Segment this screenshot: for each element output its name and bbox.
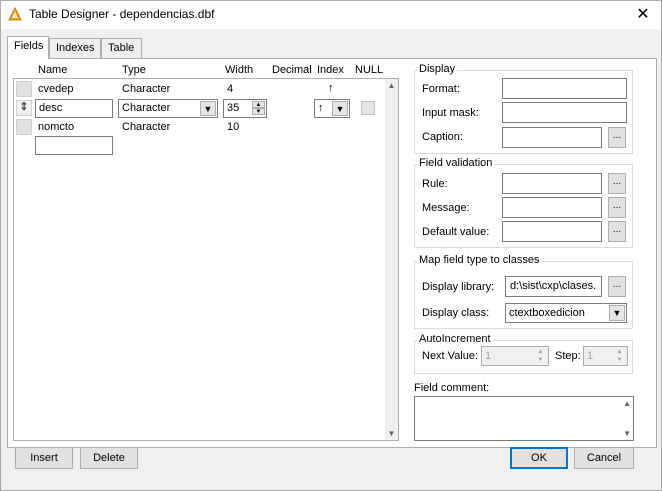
delete-button[interactable]: Delete bbox=[80, 447, 138, 469]
index-arrow-icon: ↑ bbox=[318, 102, 324, 114]
format-label: Format: bbox=[422, 83, 460, 95]
default-value-label: Default value: bbox=[422, 226, 490, 238]
field-type-cell[interactable]: Character bbox=[122, 83, 170, 95]
display-class-select[interactable]: ctextboxedicion ▼ bbox=[505, 303, 627, 323]
field-width-cell[interactable]: 10 bbox=[227, 121, 239, 133]
next-value-label: Next Value: bbox=[422, 350, 479, 362]
autoincrement-title: AutoIncrement bbox=[417, 333, 493, 345]
index-select[interactable]: ↑ ▼ bbox=[314, 99, 350, 118]
field-type-value: Character bbox=[122, 102, 171, 114]
header-index: Index bbox=[317, 64, 344, 76]
row-selector[interactable] bbox=[16, 81, 32, 97]
tab-fields-label: Fields bbox=[14, 40, 44, 52]
field-name-input[interactable]: desc bbox=[35, 99, 113, 118]
field-name-cell[interactable]: cvedep bbox=[38, 83, 73, 95]
window-title: Table Designer - dependencias.dbf bbox=[29, 7, 215, 21]
step-label: Step: bbox=[555, 350, 581, 362]
format-input[interactable] bbox=[502, 78, 627, 99]
message-label: Message: bbox=[422, 202, 470, 214]
display-class-value: ctextboxedicion bbox=[509, 307, 585, 319]
next-value-spinner: 1 ▲ ▼ bbox=[481, 346, 549, 366]
tab-table[interactable]: Table bbox=[101, 38, 142, 58]
spin-down-icon: ▼ bbox=[537, 357, 544, 363]
step-value: 1 bbox=[587, 350, 594, 362]
chevron-down-icon[interactable]: ▼ bbox=[332, 101, 348, 116]
null-checkbox[interactable] bbox=[361, 101, 375, 115]
display-library-ellipsis-button[interactable]: ... bbox=[608, 276, 626, 297]
chevron-down-icon[interactable]: ▼ bbox=[609, 305, 625, 321]
scroll-down-icon[interactable]: ▼ bbox=[385, 427, 398, 440]
tab-fields[interactable]: Fields bbox=[7, 36, 49, 59]
chevron-down-icon[interactable]: ▼ bbox=[200, 101, 216, 116]
grid-scrollbar[interactable]: ▲ ▼ bbox=[385, 79, 398, 440]
field-type-cell[interactable]: Character bbox=[122, 121, 170, 133]
cancel-button[interactable]: Cancel bbox=[574, 447, 634, 469]
spin-down-icon[interactable]: ▼ bbox=[252, 108, 265, 115]
index-arrow-icon[interactable]: ↑ bbox=[328, 82, 334, 94]
header-type: Type bbox=[122, 64, 146, 76]
default-value-input[interactable] bbox=[502, 221, 602, 242]
current-row-selector[interactable]: ⇕ bbox=[16, 100, 32, 116]
field-comment-label: Field comment: bbox=[414, 382, 490, 394]
scroll-down-icon[interactable]: ▼ bbox=[623, 429, 631, 438]
table-designer-window: Table Designer - dependencias.dbf ✕ Fiel… bbox=[0, 0, 662, 491]
next-value-value: 1 bbox=[485, 350, 492, 362]
input-mask-input[interactable] bbox=[502, 102, 627, 123]
tab-table-label: Table bbox=[108, 42, 135, 54]
header-decimal: Decimal bbox=[272, 64, 312, 76]
header-name: Name bbox=[38, 64, 68, 76]
rule-label: Rule: bbox=[422, 178, 448, 190]
current-row-icon: ⇕ bbox=[19, 101, 29, 113]
field-type-select[interactable]: Character ▼ bbox=[118, 99, 218, 118]
spin-up-icon: ▲ bbox=[537, 349, 544, 355]
rule-ellipsis-button[interactable]: ... bbox=[608, 173, 626, 194]
step-spinner: 1 ▲ ▼ bbox=[583, 346, 628, 366]
field-name-cell[interactable]: nomcto bbox=[38, 121, 74, 133]
field-validation-title: Field validation bbox=[417, 157, 495, 169]
spin-up-icon: ▲ bbox=[616, 349, 623, 355]
row-selector[interactable] bbox=[16, 119, 32, 135]
field-width-spinner[interactable]: 35 ▲ ▼ bbox=[223, 99, 267, 118]
foxpro-icon bbox=[8, 6, 22, 21]
display-library-input[interactable]: d:\sist\cxp\clases. bbox=[505, 276, 602, 297]
map-field-type-title: Map field type to classes bbox=[417, 254, 542, 266]
tab-indexes[interactable]: Indexes bbox=[49, 38, 101, 58]
display-class-label: Display class: bbox=[422, 307, 490, 319]
scroll-up-icon[interactable]: ▲ bbox=[623, 399, 631, 408]
rule-input[interactable] bbox=[502, 173, 602, 194]
header-null: NULL bbox=[355, 64, 384, 76]
field-comment-textarea[interactable]: ▲ ▼ bbox=[414, 396, 634, 441]
tab-indexes-label: Indexes bbox=[56, 42, 95, 54]
title-bar: Table Designer - dependencias.dbf ✕ bbox=[1, 1, 661, 29]
field-width-cell[interactable]: 4 bbox=[227, 83, 233, 95]
message-input[interactable] bbox=[502, 197, 602, 218]
display-library-label: Display library: bbox=[422, 281, 495, 293]
insert-button[interactable]: Insert bbox=[15, 447, 73, 469]
display-group-title: Display bbox=[417, 63, 458, 75]
caption-ellipsis-button[interactable]: ... bbox=[608, 127, 626, 148]
input-mask-label: Input mask: bbox=[422, 107, 479, 119]
default-value-ellipsis-button[interactable]: ... bbox=[608, 221, 626, 242]
spin-up-icon[interactable]: ▲ bbox=[252, 101, 265, 108]
close-button[interactable]: ✕ bbox=[631, 5, 655, 25]
field-width-value: 35 bbox=[227, 102, 240, 114]
message-ellipsis-button[interactable]: ... bbox=[608, 197, 626, 218]
caption-input[interactable] bbox=[502, 127, 602, 148]
header-width: Width bbox=[225, 64, 254, 76]
spin-down-icon: ▼ bbox=[616, 357, 623, 363]
ok-button[interactable]: OK bbox=[510, 447, 568, 469]
new-field-name-input[interactable] bbox=[35, 136, 113, 155]
caption-label: Caption: bbox=[422, 131, 463, 143]
scroll-up-icon[interactable]: ▲ bbox=[385, 79, 398, 92]
